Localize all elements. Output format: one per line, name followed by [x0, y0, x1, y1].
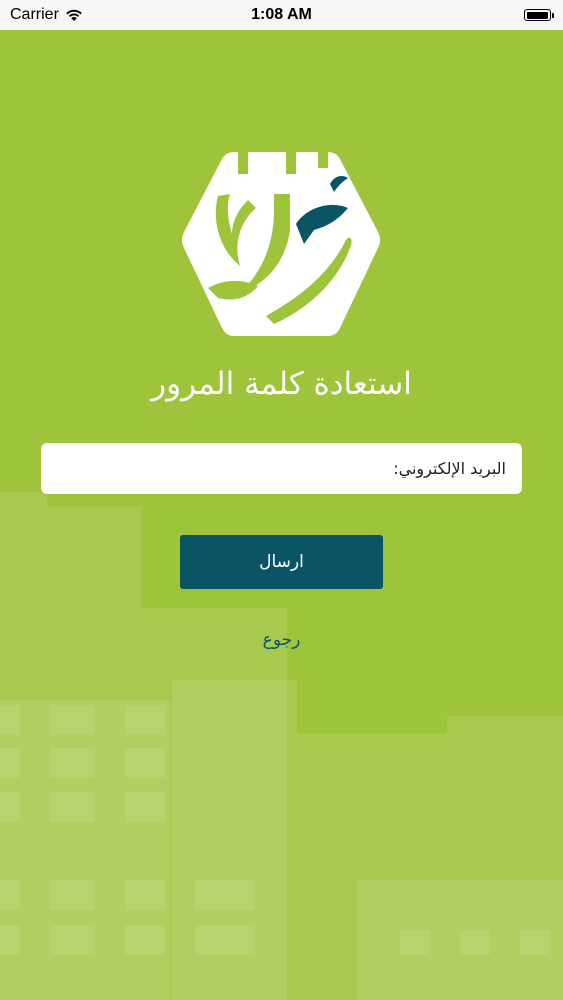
forgot-password-screen: Carrier 1:08 AM استعادة كلمة المرور البر…	[0, 0, 563, 1000]
send-button[interactable]: ارسال	[180, 535, 383, 589]
page-title: استعادة كلمة المرور	[151, 366, 412, 402]
email-field[interactable]	[41, 443, 522, 494]
back-link[interactable]: رجوع	[0, 630, 563, 650]
brand-logo	[182, 148, 380, 336]
main-content: استعادة كلمة المرور ارسال رجوع	[0, 0, 563, 1000]
